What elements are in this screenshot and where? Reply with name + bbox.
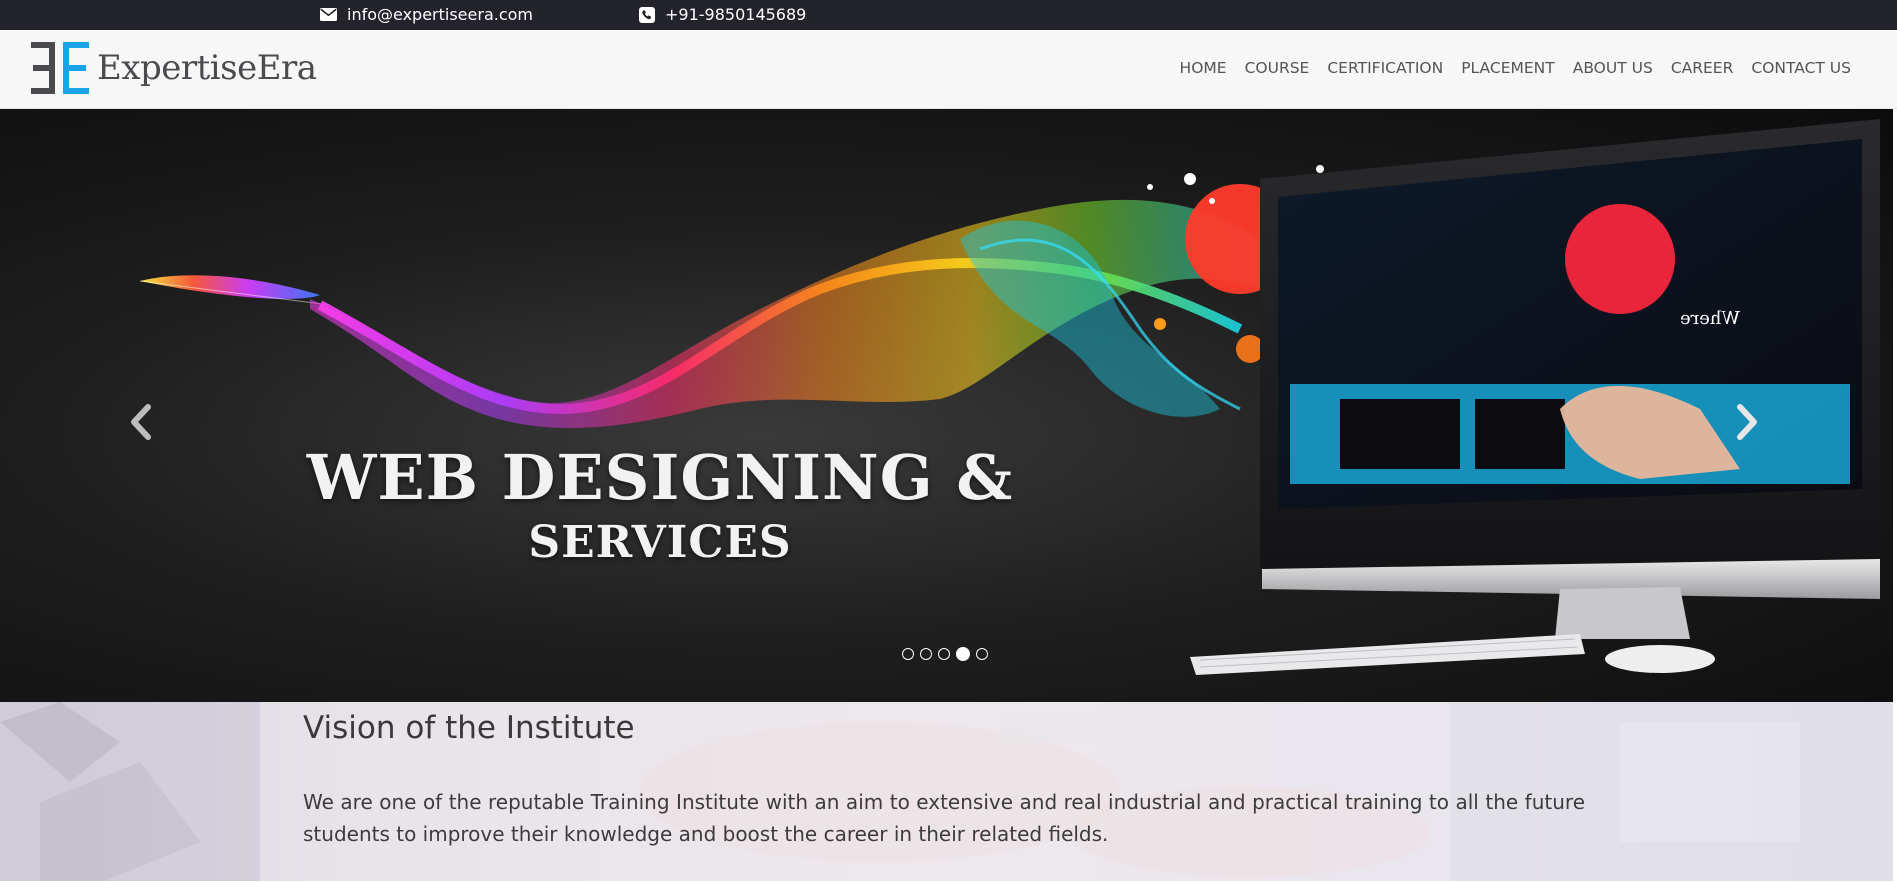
- vision-title: Vision of the Institute: [303, 710, 635, 746]
- ee-logo-icon: [28, 41, 92, 95]
- site-header: ExpertiseEra HOME COURSE CERTIFICATION P…: [0, 30, 1897, 109]
- nav-item-course[interactable]: COURSE: [1245, 59, 1310, 77]
- carousel-indicator-4[interactable]: [956, 647, 970, 661]
- carousel-indicator-5[interactable]: [976, 648, 988, 660]
- brand-name: ExpertiseEra: [97, 48, 317, 88]
- phone-icon: [639, 6, 655, 23]
- carousel-indicator-2[interactable]: [920, 648, 932, 660]
- hero-subheadline: SERVICES: [528, 517, 792, 568]
- nav-item-home[interactable]: HOME: [1180, 59, 1227, 77]
- nav-item-certification[interactable]: CERTIFICATION: [1327, 59, 1443, 77]
- svg-text:Where: Where: [1680, 308, 1740, 329]
- phone-text[interactable]: +91-9850145689: [665, 5, 806, 24]
- email-text[interactable]: info@expertiseera.com: [347, 5, 533, 24]
- nav-item-contact-us[interactable]: CONTACT US: [1751, 59, 1851, 77]
- carousel-prev-button[interactable]: [121, 394, 161, 454]
- carousel-next-button[interactable]: [1727, 394, 1767, 454]
- phone-contact[interactable]: +91-9850145689: [639, 5, 806, 24]
- brand-logo[interactable]: ExpertiseEra: [28, 41, 317, 95]
- chevron-left-icon: [128, 404, 154, 444]
- hero-slide-image: Where: [139, 119, 1880, 675]
- top-contact-bar: info@expertiseera.com +91-9850145689: [0, 0, 1897, 30]
- carousel-indicator-1[interactable]: [902, 648, 914, 660]
- nav-item-career[interactable]: CAREER: [1671, 59, 1734, 77]
- carousel-indicator-3[interactable]: [938, 648, 950, 660]
- carousel-indicators: [902, 647, 988, 661]
- chevron-right-icon: [1734, 404, 1760, 444]
- vision-section: Vision of the Institute We are one of th…: [0, 702, 1893, 883]
- nav-item-about-us[interactable]: ABOUT US: [1573, 59, 1653, 77]
- main-nav: HOME COURSE CERTIFICATION PLACEMENT ABOU…: [1180, 59, 1851, 77]
- email-contact[interactable]: info@expertiseera.com: [320, 5, 533, 24]
- hero-headline: WEB DESIGNING &: [306, 441, 1014, 514]
- hero-carousel: Where WEB DESIGNING & SERVICES: [0, 109, 1893, 702]
- nav-item-placement[interactable]: PLACEMENT: [1461, 59, 1555, 77]
- envelope-icon: [320, 8, 337, 21]
- vision-description: We are one of the reputable Training Ins…: [303, 790, 1585, 846]
